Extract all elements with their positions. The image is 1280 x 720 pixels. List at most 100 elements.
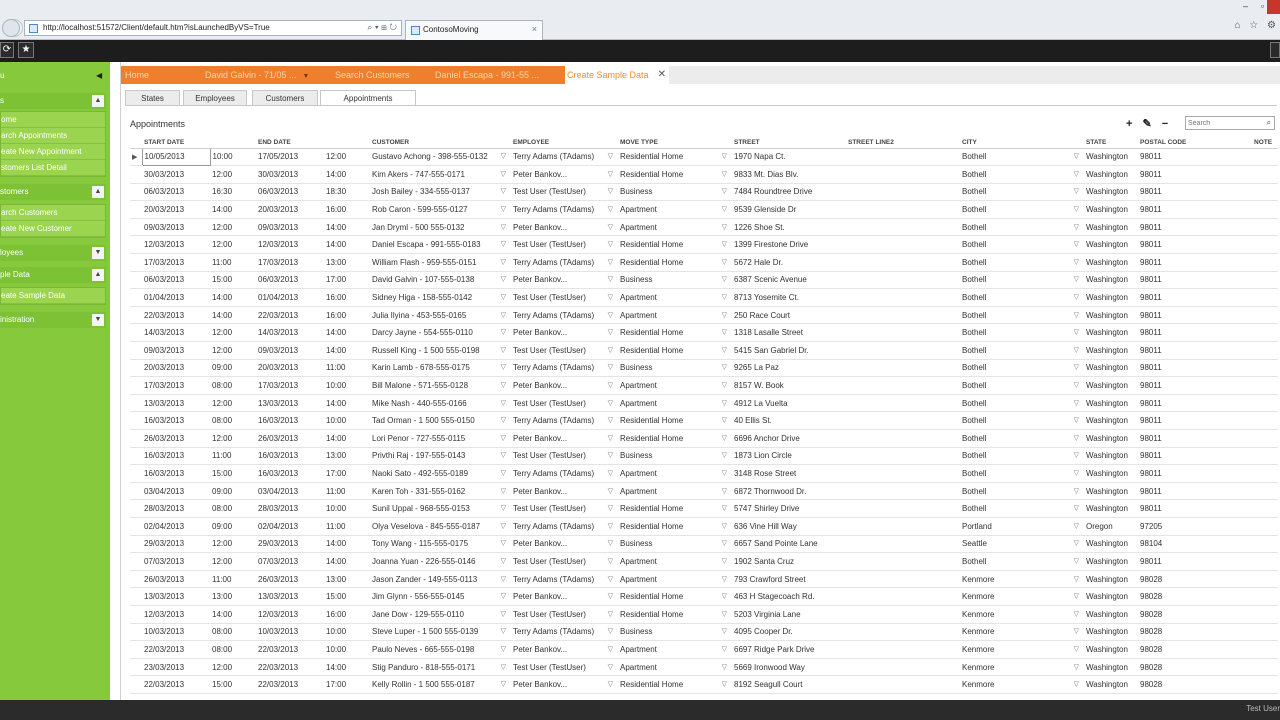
settings-icon[interactable]: ⚙ (1267, 20, 1276, 31)
dropdown-arrow-icon[interactable]: ▽ (1074, 451, 1079, 459)
table-cell[interactable]: ▽ Business (618, 447, 732, 466)
dropdown-arrow-icon[interactable]: ▽ (608, 487, 613, 495)
row-selector[interactable] (130, 165, 142, 184)
table-cell[interactable]: 98011 (1138, 306, 1252, 325)
nav-group-header[interactable]: stomers ▲ (0, 184, 106, 200)
tab-close-icon[interactable]: × (532, 24, 537, 34)
screen-tab-search-customers[interactable]: Search Customers (331, 66, 431, 84)
table-cell[interactable]: ▽ Portland (960, 517, 1084, 536)
table-cell[interactable]: 08:00 (210, 640, 256, 659)
table-row[interactable]: 30/03/2013 12:00 30/03/2013 14:00 ▽ Kim Akers… (130, 165, 1278, 184)
table-cell[interactable]: Washington (1084, 552, 1138, 571)
table-cell[interactable]: ▽ Bothell (960, 306, 1084, 325)
table-cell[interactable]: ▽ Peter Bankov... (511, 429, 618, 448)
table-cell[interactable]: ▽ Business (618, 359, 732, 378)
table-cell[interactable]: 98011 (1138, 200, 1252, 219)
table-cell[interactable]: Washington (1084, 376, 1138, 395)
dropdown-arrow-icon[interactable]: ▽ (1074, 592, 1079, 600)
table-row[interactable]: 22/03/2013 08:00 22/03/2013 10:00 ▽ Paulo Nev… (130, 640, 1278, 659)
table-row[interactable]: 07/03/2013 12:00 07/03/2013 14:00 ▽ Joanna Yu… (130, 552, 1278, 571)
table-cell[interactable]: 9265 La Paz (732, 359, 846, 378)
dropdown-arrow-icon[interactable]: ▽ (501, 187, 506, 195)
row-selector[interactable] (130, 235, 142, 255)
dropdown-arrow-icon[interactable]: ▽ (722, 627, 727, 635)
table-row[interactable]: 17/03/2013 11:00 17/03/2013 13:00 ▽ William F… (130, 253, 1278, 272)
table-cell[interactable]: 10/03/2013 (256, 623, 324, 642)
table-cell[interactable]: 98028 (1138, 623, 1252, 642)
table-cell[interactable]: ▽ Naoki Sato - 492-555-0189 (370, 464, 511, 483)
table-cell[interactable]: 15:00 (210, 675, 256, 694)
dropdown-arrow-icon[interactable]: ▽ (722, 205, 727, 213)
table-cell[interactable]: Washington (1084, 323, 1138, 343)
table-cell[interactable]: ▽ Apartment (618, 552, 732, 571)
dropdown-arrow-icon[interactable]: ▽ (722, 645, 727, 653)
nav-item[interactable]: eate New Appointment (1, 144, 105, 160)
table-row[interactable]: 09/03/2013 12:00 09/03/2013 14:00 ▽ Jan Dryml… (130, 218, 1278, 237)
table-cell[interactable]: 15:00 (210, 464, 256, 483)
table-cell[interactable]: ▽ Bothell (960, 376, 1084, 395)
column-header[interactable]: START DATE (142, 138, 210, 149)
dropdown-arrow-icon[interactable]: ▽ (501, 575, 506, 583)
table-cell[interactable]: 5669 Ironwood Way (732, 658, 846, 677)
collapse-up-icon[interactable]: ▲ (92, 95, 104, 107)
table-cell[interactable]: ▽ Bothell (960, 288, 1084, 307)
table-cell[interactable]: 5203 Virginia Lane (732, 605, 846, 624)
table-cell[interactable] (1252, 253, 1278, 272)
table-cell[interactable]: Washington (1084, 429, 1138, 448)
table-cell[interactable]: ▽ Bothell (960, 411, 1084, 430)
table-row[interactable]: 28/03/2013 08:00 28/03/2013 10:00 ▽ Sunil Upp… (130, 499, 1278, 518)
table-row[interactable]: 06/03/2013 15:00 06/03/2013 17:00 ▽ David Gal… (130, 271, 1278, 290)
table-cell[interactable]: ▽ Residential Home (618, 341, 732, 360)
table-cell[interactable]: 12:00 (210, 394, 256, 413)
dropdown-arrow-icon[interactable]: ▽ (1074, 680, 1079, 688)
row-selector[interactable] (130, 411, 142, 430)
table-cell[interactable]: 14/03/2013 (256, 323, 324, 343)
dropdown-arrow-icon[interactable]: ▽ (1074, 381, 1079, 389)
table-cell[interactable] (846, 359, 960, 378)
dropdown-arrow-icon[interactable]: ▽ (722, 293, 727, 301)
table-cell[interactable]: 22/03/2013 (256, 640, 324, 659)
table-cell[interactable]: ▽ Test User (TestUser) (511, 288, 618, 307)
row-selector[interactable] (130, 183, 142, 202)
table-cell[interactable]: 14:00 (324, 235, 370, 255)
table-cell[interactable]: 15:00 (210, 271, 256, 290)
table-cell[interactable]: 14:00 (324, 218, 370, 237)
table-cell[interactable]: 1399 Firestone Drive (732, 235, 846, 255)
minimize-button[interactable]: – (1243, 1, 1248, 11)
table-cell[interactable] (1252, 359, 1278, 378)
table-cell[interactable]: Washington (1084, 675, 1138, 694)
dropdown-arrow-icon[interactable]: ▽ (501, 627, 506, 635)
table-cell[interactable] (1252, 658, 1278, 677)
expand-down-icon[interactable]: ▼ (92, 247, 104, 259)
table-cell[interactable]: 29/03/2013 (256, 535, 324, 554)
dropdown-arrow-icon[interactable]: ▽ (501, 539, 506, 547)
search-input[interactable] (1188, 118, 1264, 129)
table-cell[interactable]: 98011 (1138, 394, 1252, 413)
table-cell[interactable]: 14:00 (324, 341, 370, 360)
table-cell[interactable]: 28/03/2013 (256, 499, 324, 518)
table-cell[interactable]: ▽ Residential Home (618, 323, 732, 343)
table-cell[interactable]: ▽ Terry Adams (TAdams) (511, 570, 618, 589)
table-cell[interactable]: ▽ Joanna Yuan - 226-555-0146 (370, 552, 511, 571)
home-icon[interactable]: ⌂ (1234, 20, 1240, 31)
table-cell[interactable]: ▽ Apartment (618, 200, 732, 219)
table-cell[interactable]: ▽ Privthi Raj - 197-555-0143 (370, 447, 511, 466)
table-cell[interactable]: 98028 (1138, 605, 1252, 624)
table-cell[interactable] (1252, 464, 1278, 483)
toolbar-right-button[interactable] (1270, 42, 1280, 58)
table-cell[interactable]: ▽ Residential Home (618, 587, 732, 606)
dropdown-arrow-icon[interactable]: ▽ (1074, 240, 1079, 248)
table-cell[interactable]: 98028 (1138, 587, 1252, 606)
dropdown-arrow-icon[interactable]: ▽ (722, 469, 727, 477)
table-cell[interactable]: 22/03/2013 (142, 640, 210, 659)
nav-group-header[interactable]: s ▲ (0, 93, 106, 109)
table-cell[interactable]: 9539 Glenside Dr (732, 200, 846, 219)
dropdown-arrow-icon[interactable]: ▽ (1074, 539, 1079, 547)
table-cell[interactable] (846, 570, 960, 589)
row-selector[interactable] (130, 359, 142, 378)
table-cell[interactable]: Washington (1084, 658, 1138, 677)
table-cell[interactable]: 17:00 (324, 271, 370, 290)
table-cell[interactable]: 463 H Stagecoach Rd. (732, 587, 846, 606)
dropdown-arrow-icon[interactable]: ▽ (501, 416, 506, 424)
table-cell[interactable]: Washington (1084, 482, 1138, 501)
